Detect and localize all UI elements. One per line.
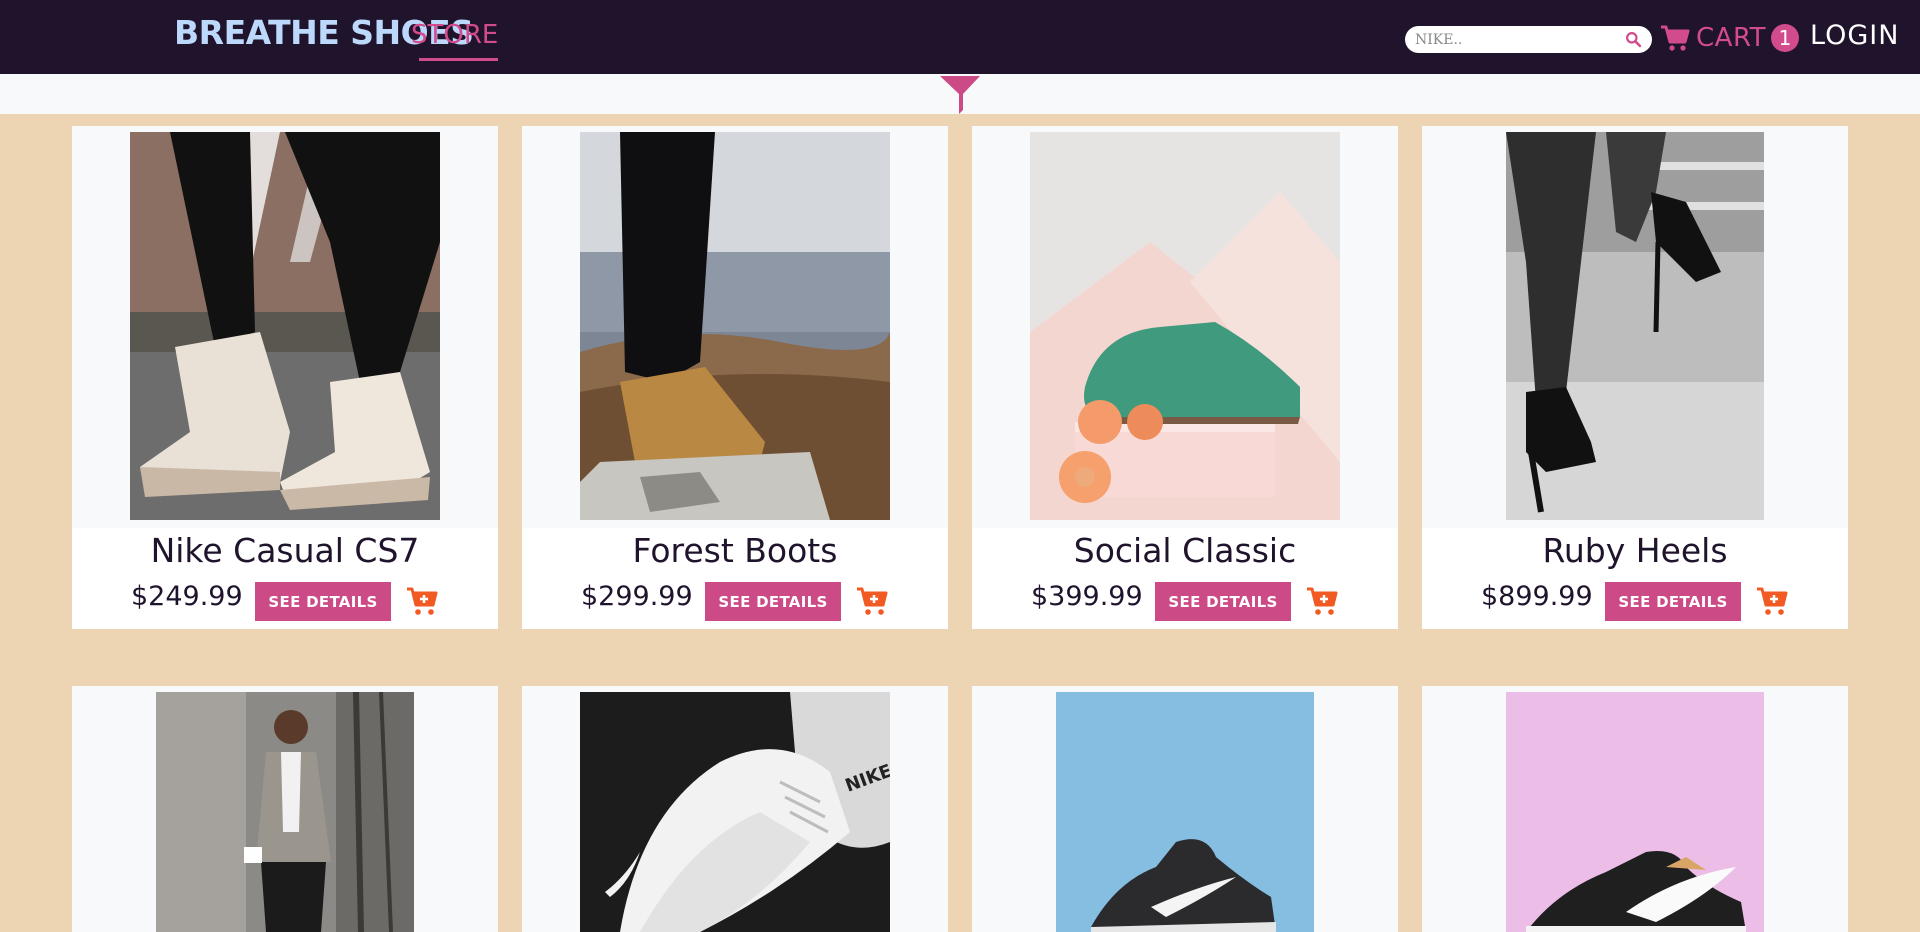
see-details-button[interactable]: SEE DETAILS [705, 582, 841, 621]
product-name: Social Classic [1073, 531, 1297, 570]
product-footer: Forest Boots $299.99 SEE DETAILS [522, 528, 948, 629]
cart-plus-icon[interactable] [856, 585, 888, 617]
search-input[interactable] [1415, 29, 1620, 50]
product-price: $399.99 [1031, 581, 1143, 612]
product-price: $249.99 [131, 581, 243, 612]
product-card [972, 686, 1398, 932]
product-image[interactable] [1030, 132, 1340, 520]
shopping-cart-icon [1661, 25, 1690, 51]
product-image[interactable] [1056, 692, 1314, 932]
product-image[interactable]: NIKE [580, 692, 890, 932]
product-name: Ruby Heels [1542, 531, 1728, 570]
product-price: $299.99 [581, 581, 693, 612]
product-name: Nike Casual CS7 [150, 531, 420, 570]
see-details-button[interactable]: SEE DETAILS [1605, 582, 1741, 621]
see-details-button[interactable]: SEE DETAILS [255, 582, 391, 621]
cart-label: CART [1696, 23, 1766, 53]
product-name: Forest Boots [632, 531, 838, 570]
nav-store-link[interactable]: STORE [411, 20, 499, 61]
product-card: Social Classic $399.99 SEE DETAILS [972, 126, 1398, 629]
filter-bar [0, 74, 1920, 114]
search-icon[interactable] [1625, 31, 1642, 48]
cart-plus-icon[interactable] [1756, 585, 1788, 617]
product-image[interactable] [580, 132, 890, 520]
product-image[interactable] [130, 132, 440, 520]
product-image[interactable] [156, 692, 414, 932]
product-card [72, 686, 498, 932]
cart-plus-icon[interactable] [1306, 585, 1338, 617]
product-card: NIKE [522, 686, 948, 932]
product-image[interactable] [1506, 132, 1764, 520]
product-image[interactable] [1506, 692, 1764, 932]
see-details-button[interactable]: SEE DETAILS [1155, 582, 1291, 621]
filter-funnel-icon[interactable] [940, 74, 980, 114]
product-price: $899.99 [1481, 581, 1593, 612]
cart-plus-icon[interactable] [406, 585, 438, 617]
product-card: Nike Casual CS7 $249.99 SEE DETAILS [72, 126, 498, 629]
product-card: Forest Boots $299.99 SEE DETAILS [522, 126, 948, 629]
cart-link[interactable]: CART 1 [1660, 22, 1799, 54]
cart-count-badge: 1 [1771, 24, 1799, 52]
login-link[interactable]: LOGIN [1810, 20, 1899, 51]
product-footer: Ruby Heels $899.99 SEE DETAILS [1422, 528, 1848, 629]
product-card [1422, 686, 1848, 932]
product-footer: Nike Casual CS7 $249.99 SEE DETAILS [72, 528, 498, 629]
product-card: Ruby Heels $899.99 SEE DETAILS [1422, 126, 1848, 629]
top-navbar: BREATHE SHOES STORE CART 1 LOGIN [0, 0, 1920, 74]
search-box [1405, 26, 1652, 53]
product-footer: Social Classic $399.99 SEE DETAILS [972, 528, 1398, 629]
